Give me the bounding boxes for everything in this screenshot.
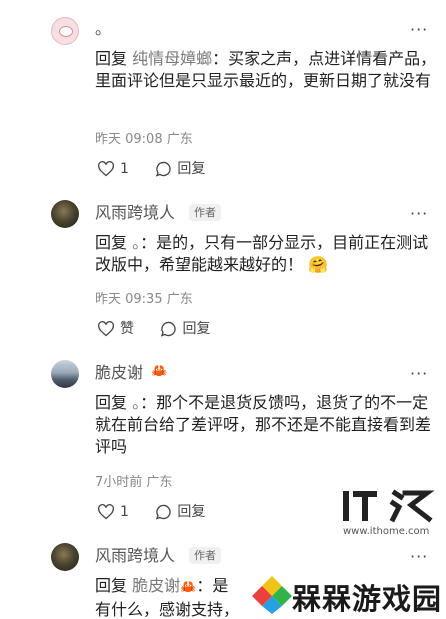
comment-text: ：是的，只有一部分显示，目前正在测试改版中，希望能越来越好的！ [95,233,429,274]
more-options-icon[interactable]: ··· [410,206,428,222]
like-button[interactable]: 赞 [97,320,134,338]
crab-icon: 🦀 [180,580,197,595]
heart-icon [98,504,114,520]
reply-to-user[interactable]: 。 [132,393,140,412]
timestamp: 昨天 09:08 [95,132,163,147]
comment-meta: 7小时前 广东 [95,475,172,491]
comment-body: 回复 纯情母嫜螂：买家之声，点进详情看产品，里面评论但是只显示最近的，更新日期了… [95,48,437,92]
more-options-icon[interactable]: ··· [410,366,428,382]
comment-actions: 1 回复 [97,160,227,182]
reply-button[interactable]: 回复 [155,503,205,521]
reply-button[interactable]: 回复 [155,160,205,178]
comment-meta: 昨天 09:35 广东 [95,292,193,308]
avatar[interactable] [51,360,79,388]
comment-text: ：是 [196,576,229,595]
comment-text-continued: 有什么，感谢支持， [95,600,240,619]
username[interactable]: 。 [95,19,111,39]
more-options-icon[interactable]: ··· [410,549,428,565]
like-button[interactable]: 1 [97,503,129,521]
brand-name: 槑槑游戏园 [292,582,443,616]
like-count: 1 [120,161,129,177]
reply-to-user[interactable]: 脆皮谢 [132,576,180,595]
timestamp: 7小时前 [95,475,143,490]
cartoon-face-icon [59,26,73,37]
timestamp: 昨天 09:35 [95,292,163,307]
crab-icon: 🦀 [151,364,168,379]
username[interactable]: 风雨跨境人 [95,203,175,223]
reply-to-user[interactable]: 。 [132,233,140,252]
location: 广东 [146,475,173,490]
chat-bubble-icon [156,504,172,520]
reply-to-user[interactable]: 纯情母嫜螂 [132,49,212,68]
avatar[interactable] [51,543,79,571]
ithome-site-url: www.ithome.com [343,526,430,537]
brand-watermark: 槑槑游戏园 [248,570,446,619]
reply-label: 回复 [177,504,206,520]
emoji: 🤗 [308,255,329,274]
reply-label: 回复 [177,161,206,177]
comment-text: ：那个不是退货反馈吗，退货了的不一定就在前台给了差评呀，那不还是不能直接看到差评… [95,393,432,456]
comment-actions: 1 回复 [97,503,227,525]
more-options-icon[interactable]: ··· [410,22,428,38]
comment-actions: 赞 回复 [97,320,232,342]
avatar[interactable] [51,200,79,228]
author-badge: 作者 [189,204,221,221]
comment-body: 回复 。：那个不是退货反馈吗，退货了的不一定就在前台给了差评呀，那不还是不能直接… [95,392,437,458]
reply-prefix: 回复 [95,393,128,412]
comment-meta: 昨天 09:08 广东 [95,132,193,148]
username[interactable]: 风雨跨境人 [95,546,175,566]
brand-logo-icon [252,576,292,614]
chat-bubble-icon [161,321,177,337]
ithome-logo-icon [343,489,435,523]
reply-prefix: 回复 [95,233,128,252]
reply-prefix: 回复 [95,49,128,68]
reply-button[interactable]: 回复 [160,320,210,338]
reply-label: 回复 [182,321,211,337]
comment-body: 回复 。：是的，只有一部分显示，目前正在测试改版中，希望能越来越好的！ 🤗 [95,232,437,276]
location: 广东 [166,132,193,147]
like-label: 赞 [120,321,134,337]
comment-body: 回复 脆皮谢🦀：是 有什么，感谢支持， [95,575,255,619]
author-badge: 作者 [189,547,221,564]
location: 广东 [166,292,193,307]
heart-icon [98,321,114,337]
avatar[interactable] [51,17,79,45]
reply-prefix: 回复 [95,576,128,595]
username[interactable]: 脆皮谢 [95,363,143,383]
chat-bubble-icon [156,161,172,177]
heart-icon [98,161,114,177]
like-count: 1 [120,504,129,520]
like-button[interactable]: 1 [97,160,129,178]
